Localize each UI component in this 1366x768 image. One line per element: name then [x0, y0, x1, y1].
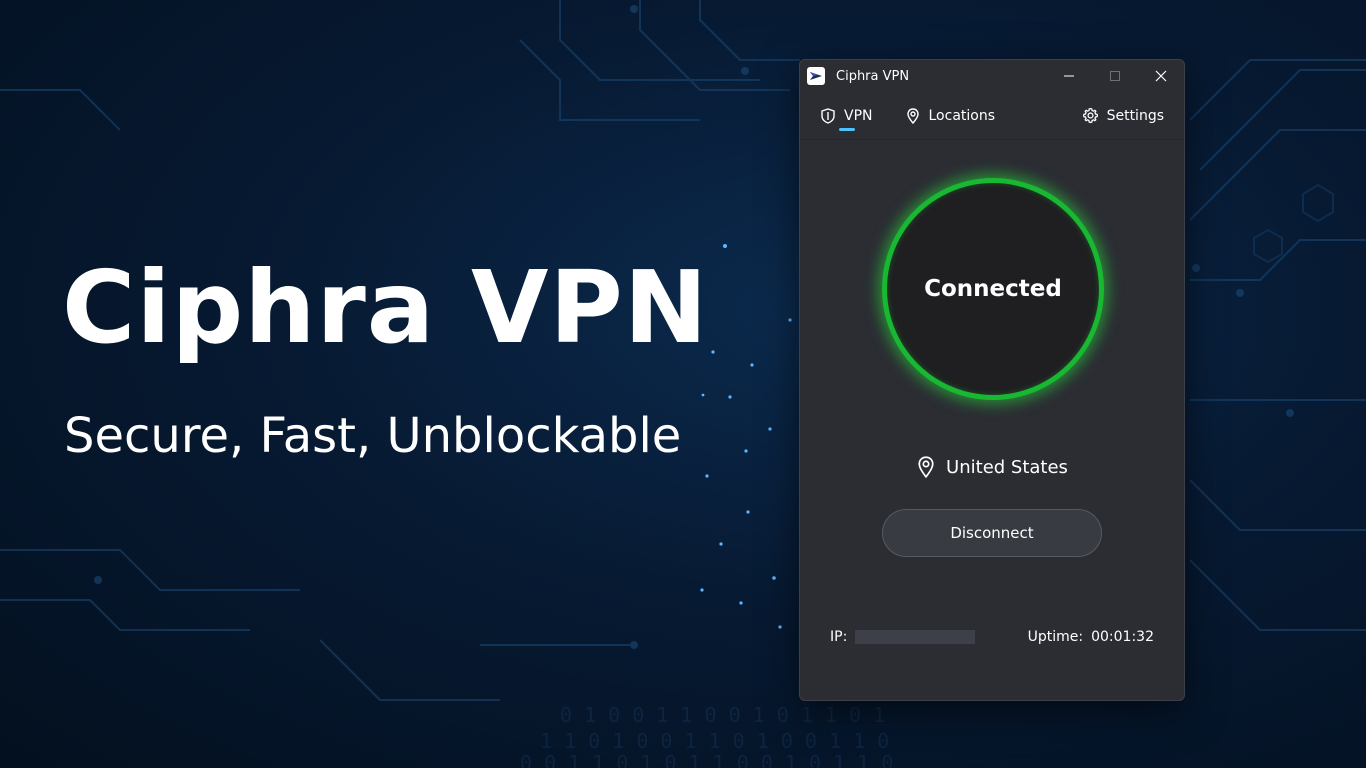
svg-text:0 1 0 0 1 1 0 0 1 0 1 1 0 1: 0 1 0 0 1 1 0 0 1 0 1 1 0 1	[560, 703, 885, 727]
current-location[interactable]: United States	[800, 456, 1184, 478]
connection-status-button[interactable]: Connected	[882, 178, 1104, 400]
window-title: Ciphra VPN	[836, 68, 910, 84]
vpn-panel: Connected United States Disconnect IP: U…	[800, 140, 1184, 700]
uptime-value: 00:01:32	[1091, 629, 1154, 645]
title-bar[interactable]: Ciphra VPN	[800, 60, 1184, 92]
hero-subtitle: Secure, Fast, Unblockable	[64, 408, 682, 464]
active-tab-indicator	[839, 127, 855, 131]
maximize-button[interactable]	[1092, 60, 1138, 92]
map-pin-icon	[906, 107, 919, 124]
nav-bar: VPN Locations Settings	[800, 92, 1184, 140]
window-controls	[1046, 60, 1184, 92]
shield-icon	[821, 107, 835, 124]
minimize-button[interactable]	[1046, 60, 1092, 92]
map-pin-icon	[918, 456, 934, 478]
svg-text:0 0 1 1 0 1 0 1 1 0 0 1 0 1 1: 0 0 1 1 0 1 0 1 1 0 0 1 0 1 1 0	[520, 751, 893, 768]
tab-locations-label: Locations	[928, 107, 996, 124]
app-window: Ciphra VPN VPN Locations Settings Connec…	[799, 59, 1185, 701]
ip-address-redacted	[855, 630, 976, 644]
tab-vpn[interactable]: VPN	[820, 92, 873, 140]
tab-locations[interactable]: Locations	[905, 92, 996, 140]
maximize-icon	[1110, 71, 1120, 81]
connection-status-text: Connected	[924, 276, 1062, 302]
gear-icon	[1082, 107, 1098, 124]
uptime-label: Uptime:	[1027, 629, 1084, 645]
disconnect-button[interactable]: Disconnect	[882, 509, 1102, 557]
minimize-icon	[1064, 75, 1074, 77]
close-button[interactable]	[1138, 60, 1184, 92]
app-logo-icon	[807, 67, 825, 85]
hero-title: Ciphra VPN	[62, 249, 709, 366]
svg-text:1 1 0 1 0 0 1 1 0 1 0 0 1 1 0: 1 1 0 1 0 0 1 1 0 1 0 0 1 1 0	[540, 729, 889, 753]
location-name: United States	[946, 456, 1068, 478]
close-icon	[1155, 70, 1167, 82]
tab-settings-label: Settings	[1106, 107, 1164, 124]
connection-info: IP: Uptime: 00:01:32	[830, 629, 1154, 645]
ip-label: IP:	[830, 629, 848, 645]
tab-vpn-label: VPN	[844, 107, 873, 124]
tab-settings[interactable]: Settings	[1082, 92, 1164, 140]
